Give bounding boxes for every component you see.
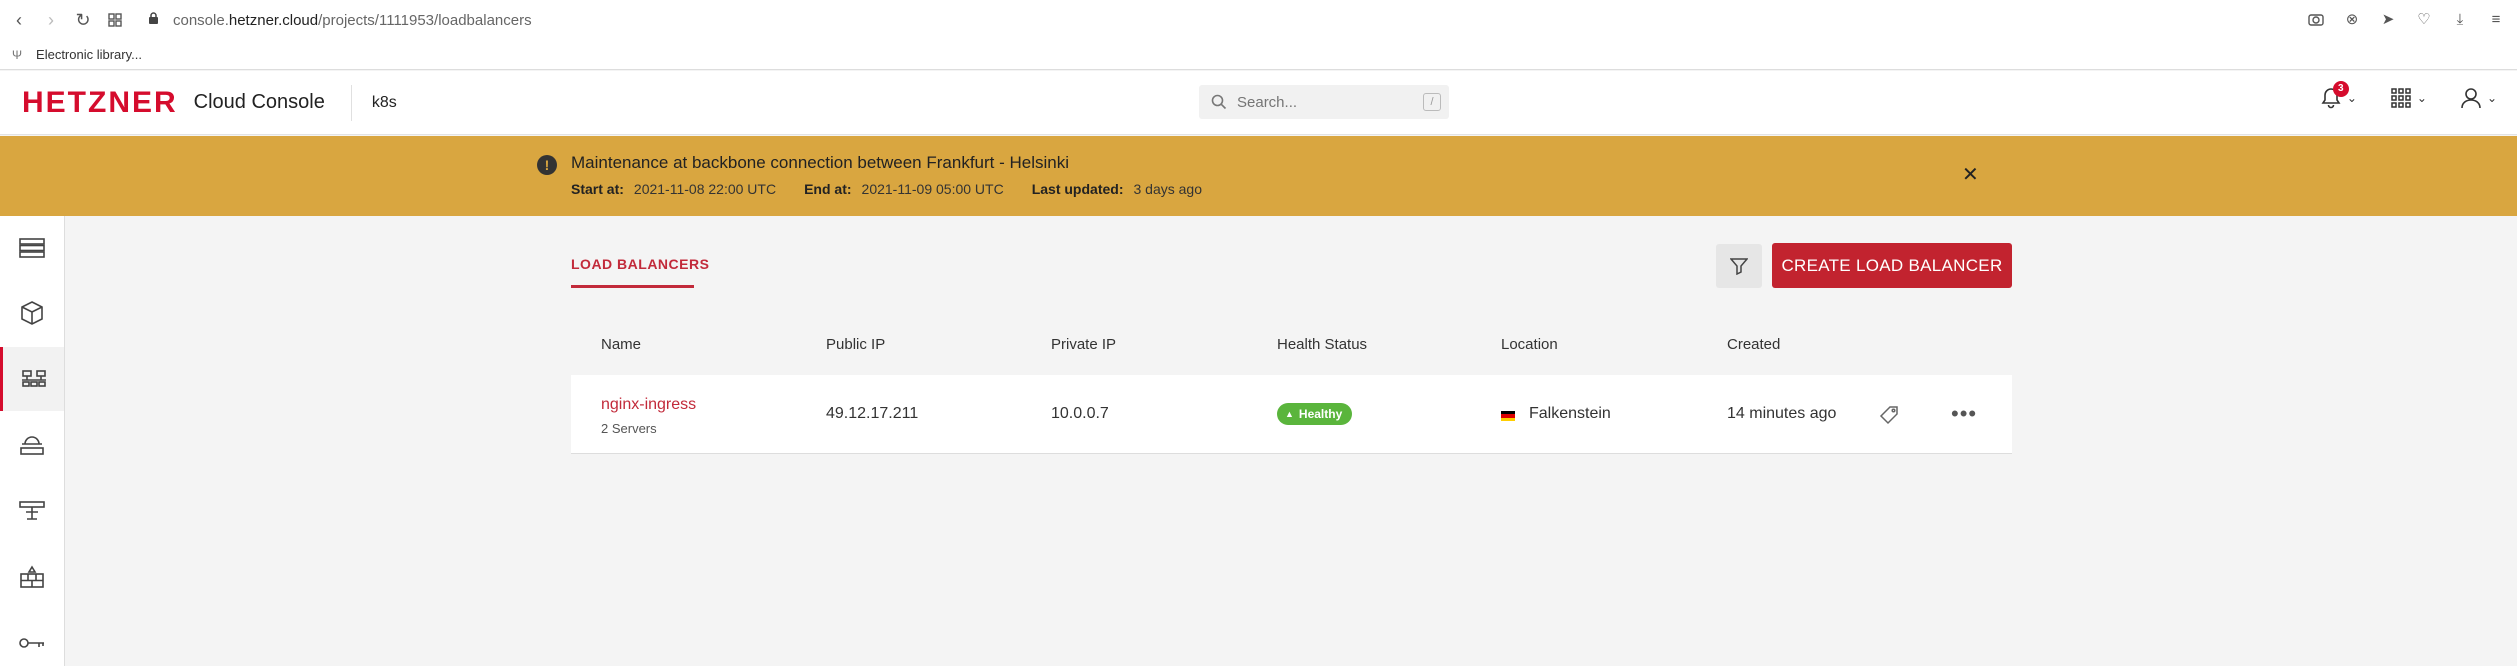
filter-icon [1730, 258, 1748, 275]
url-prefix: console. [173, 11, 229, 29]
search-box[interactable]: / [1199, 85, 1449, 119]
forward-icon[interactable]: › [38, 7, 64, 33]
bookmark-bar: Ψ Electronic library... [0, 40, 2517, 70]
chevron-down-icon: ⌄ [2486, 91, 2497, 105]
browser-toolbar: ‹ › ↻ console. hetzner.cloud/projects/111… [0, 0, 2517, 40]
address-bar[interactable]: console. hetzner.cloud/projects/1111953/l… [148, 12, 532, 29]
label-tag-icon[interactable] [1878, 404, 1900, 426]
notifications-button[interactable]: 3 ⌄ [2321, 81, 2357, 109]
location: Falkenstein [1529, 405, 1611, 422]
user-icon [2461, 88, 2481, 109]
menu-icon[interactable]: ≡ [2483, 6, 2509, 32]
alert-icon: ! [537, 155, 557, 175]
load-balancer-name-link[interactable]: nginx-ingress [601, 396, 696, 414]
chevron-down-icon: ⌄ [2416, 91, 2427, 105]
sidebar-item-floating-ips[interactable] [0, 413, 64, 477]
filter-button[interactable] [1716, 244, 1762, 288]
sidebar-item-security[interactable] [0, 611, 64, 666]
volumes-icon [21, 301, 43, 325]
maintenance-banner: ! Maintenance at backbone connection bet… [0, 136, 2517, 216]
updated-label: Last updated: [1031, 181, 1124, 197]
reload-icon[interactable]: ↻ [70, 7, 96, 33]
camera-icon[interactable] [2303, 6, 2329, 32]
chevron-down-icon: ⌄ [2346, 91, 2357, 105]
servers-icon [19, 238, 45, 258]
tabs-grid-icon[interactable] [102, 7, 128, 33]
arrow-up-icon: ▲ [1285, 409, 1294, 419]
tab-underline [571, 285, 694, 288]
tab-load-balancers[interactable]: LOAD BALANCERS [571, 256, 709, 272]
apps-grid-icon [2391, 88, 2411, 108]
column-header-location[interactable]: Location [1501, 336, 1558, 353]
column-header-private-ip[interactable]: Private IP [1051, 336, 1116, 353]
start-value: 2021-11-08 22:00 UTC [633, 181, 777, 197]
apps-button[interactable]: ⌄ [2391, 88, 2427, 108]
private-ip: 10.0.0.7 [1051, 405, 1109, 422]
load-balancers-icon [21, 370, 46, 387]
more-actions-icon[interactable]: ••• [1951, 401, 1977, 427]
notification-count: 3 [2332, 81, 2349, 97]
url-path: /projects/1111953/loadbalancers [318, 11, 532, 29]
sidebar-item-networks[interactable] [0, 479, 64, 543]
public-ip: 49.12.17.211 [826, 405, 919, 422]
send-icon[interactable]: ➤ [2375, 6, 2401, 32]
search-icon [1211, 94, 1227, 110]
app-header: HETZNER Cloud Console k8s / 3 ⌄ ⌄ ⌄ [0, 71, 2517, 135]
sidebar-item-volumes[interactable] [0, 281, 64, 345]
updated-value: 3 days ago [1133, 181, 1202, 197]
created-time: 14 minutes ago [1727, 405, 1837, 422]
banner-title: Maintenance at backbone connection betwe… [571, 153, 1070, 172]
project-name[interactable]: k8s [372, 94, 397, 112]
server-count: 2 Servers [601, 421, 657, 436]
url-domain: hetzner.cloud [228, 11, 319, 29]
search-shortcut: / [1423, 93, 1441, 111]
key-icon [19, 638, 44, 648]
banner-meta: Start at: 2021-11-08 22:00 UTC End at: 2… [571, 181, 1220, 197]
block-icon[interactable]: ⊗ [2339, 6, 2365, 32]
create-load-balancer-button[interactable]: CREATE LOAD BALANCER [1772, 243, 2012, 288]
status-badge: ▲ Healthy [1277, 403, 1353, 425]
networks-icon [19, 501, 45, 520]
start-label: Start at: [571, 181, 624, 197]
firewalls-icon [20, 565, 44, 588]
bookmark-link[interactable]: Electronic library... [36, 47, 142, 62]
end-value: 2021-11-09 05:00 UTC [861, 181, 1004, 197]
lock-icon [148, 11, 159, 29]
download-icon[interactable]: ⤓ [2447, 6, 2473, 32]
sidebar-item-firewalls[interactable] [0, 545, 64, 609]
close-icon[interactable]: ✕ [1962, 162, 1979, 187]
germany-flag-icon [1501, 411, 1515, 421]
sidebar-item-servers[interactable] [0, 216, 64, 280]
brand-title: Cloud Console [193, 91, 325, 113]
search-input[interactable] [1237, 93, 1407, 111]
column-header-public-ip[interactable]: Public IP [826, 336, 885, 353]
hetzner-logo[interactable]: HETZNER [22, 86, 178, 120]
heart-icon[interactable]: ♡ [2411, 6, 2437, 32]
column-header-name[interactable]: Name [601, 336, 641, 353]
account-button[interactable]: ⌄ [2461, 87, 2497, 109]
column-header-created[interactable]: Created [1727, 336, 1780, 353]
header-divider [350, 84, 352, 121]
status-badge-label: Healthy [1298, 407, 1343, 421]
back-icon[interactable]: ‹ [6, 7, 32, 33]
column-header-health-status[interactable]: Health Status [1277, 336, 1367, 353]
bookmark-icon: Ψ [12, 47, 23, 62]
table-row[interactable]: nginx-ingress 2 Servers 49.12.17.211 10.… [571, 375, 2012, 454]
floating-ips-icon [20, 436, 44, 455]
end-label: End at: [804, 181, 852, 197]
sidebar [0, 216, 65, 666]
sidebar-item-load-balancers[interactable] [0, 347, 64, 411]
